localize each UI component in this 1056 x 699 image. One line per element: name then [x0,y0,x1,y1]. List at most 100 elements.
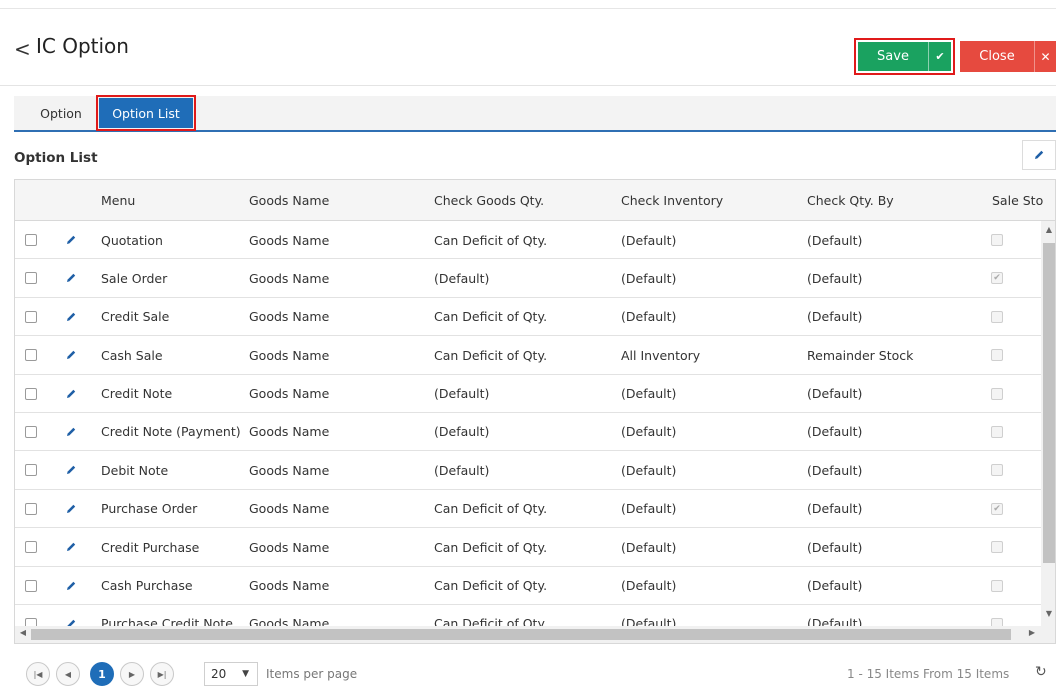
sale-stock-checkbox [991,464,1003,477]
row-edit-button[interactable] [65,451,77,489]
back-button[interactable]: < [14,37,31,61]
cell-menu: Cash Sale [101,347,163,363]
page-number-button[interactable]: 1 [90,662,114,686]
cell-check-goods-qty: Can Deficit of Qty. [434,501,548,517]
sale-stock-checkbox [991,349,1003,362]
cell-check-inventory: All Inventory [621,347,701,363]
close-icon: ✕ [1034,41,1056,72]
scroll-right-icon[interactable]: ▶ [1027,628,1037,637]
table-row[interactable]: Quotation Goods Name Can Deficit of Qty. (D… [15,221,1041,260]
scroll-down-icon[interactable]: ▼ [1044,609,1054,621]
row-select-checkbox[interactable] [25,502,37,515]
row-edit-button[interactable] [65,336,77,374]
column-header-check-goods-qty[interactable]: Check Goods Qty. [434,180,544,221]
row-select-checkbox[interactable] [25,579,37,592]
cell-check-qty-by: (Default) [807,501,863,517]
row-select-cell [25,451,37,489]
pagination-bar: |◀ ◀ 1 ▶ ▶| 20 ▼ Items per page 1 - 15 I… [14,660,1056,690]
cell-check-qty-by: (Default) [807,539,863,555]
row-select-checkbox[interactable] [25,387,37,400]
check-icon: ✔ [928,42,951,71]
column-header-sale-stock[interactable]: Sale Sto [992,180,1043,221]
table-row[interactable]: Cash Purchase Goods Name Can Deficit of Qt… [15,567,1041,605]
cell-sale-stock: ✔ [991,490,1003,528]
row-edit-button[interactable] [65,259,77,297]
cell-check-qty-by: (Default) [807,232,863,248]
column-header-check-qty-by[interactable]: Check Qty. By [807,180,894,221]
vertical-scroll-thumb[interactable] [1043,243,1055,563]
cell-sale-stock [991,528,1003,566]
row-select-checkbox[interactable] [25,310,37,323]
row-select-checkbox[interactable] [25,464,37,477]
last-page-button[interactable]: ▶| [150,662,174,686]
cell-goods-name: Goods Name [249,578,330,594]
page-size-label: Items per page [266,667,358,681]
sale-stock-checkbox [991,541,1003,554]
cell-menu: Sale Order [101,270,168,286]
row-edit-button[interactable] [65,221,77,259]
column-header-check-inventory[interactable]: Check Inventory [621,180,723,221]
vertical-scrollbar[interactable]: ▲ ▼ [1041,221,1055,626]
table-row[interactable]: Debit Note Goods Name (Default) (Default) (D… [15,451,1041,490]
table-row[interactable]: Credit Sale Goods Name Can Deficit of Qty.… [15,298,1041,337]
first-page-button[interactable]: |◀ [26,662,50,686]
row-select-cell [25,336,37,374]
scroll-left-icon[interactable]: ◀ [18,628,28,637]
row-edit-button[interactable] [65,528,77,566]
sale-stock-checkbox [991,310,1003,323]
row-edit-button[interactable] [65,375,77,413]
cell-sale-stock [991,451,1003,489]
sale-stock-checkbox: ✔ [991,272,1003,285]
column-header-goods-name[interactable]: Goods Name [249,180,329,221]
cell-sale-stock [991,567,1003,605]
save-button[interactable]: Save ✔ [858,42,951,71]
pencil-icon [67,504,76,513]
save-button-label: Save [877,49,909,64]
pencil-icon [67,350,76,360]
scroll-up-icon[interactable]: ▲ [1044,225,1054,237]
table-row[interactable]: Credit Note Goods Name (Default) (Default) (… [15,375,1041,413]
cell-check-goods-qty: Can Deficit of Qty. [434,309,548,325]
cell-goods-name: Goods Name [249,347,330,363]
row-edit-button[interactable] [65,490,77,528]
close-button[interactable]: Close ✕ [960,41,1056,72]
row-edit-button[interactable] [65,298,77,336]
cell-menu: Credit Note (Payment) [101,424,241,440]
prev-page-icon: ◀ [64,669,72,679]
row-select-cell [25,259,37,297]
refresh-icon[interactable]: ↻ [1035,664,1047,680]
prev-page-button[interactable]: ◀ [56,662,80,686]
row-select-checkbox[interactable] [25,234,37,246]
row-select-checkbox[interactable] [25,349,37,362]
table-row[interactable]: Purchase Order Goods Name Can Deficit of Q… [15,490,1041,529]
horizontal-scroll-thumb[interactable] [31,629,1011,640]
option-list-table: Menu Goods Name Check Goods Qty. Check I… [14,179,1056,644]
cell-check-goods-qty: Can Deficit of Qty. [434,232,548,248]
table-row[interactable]: Cash Sale Goods Name Can Deficit of Qty. Al… [15,336,1041,375]
row-select-checkbox[interactable] [25,425,37,438]
row-edit-button[interactable] [65,413,77,451]
cell-check-qty-by: (Default) [807,386,863,402]
row-select-checkbox[interactable] [25,541,37,554]
tab-option[interactable]: Option [28,96,94,130]
tab-option-list[interactable]: Option List [99,98,193,128]
pencil-icon [67,235,76,244]
cell-check-qty-by: Remainder Stock [807,347,914,363]
column-header-menu[interactable]: Menu [101,180,135,221]
sale-stock-checkbox [991,579,1003,592]
cell-check-goods-qty: (Default) [434,270,490,286]
next-page-button[interactable]: ▶ [120,662,144,686]
sale-stock-checkbox [991,234,1003,246]
table-row[interactable]: Credit Note (Payment) Goods Name (Default)… [15,413,1041,452]
table-row[interactable]: Sale Order Goods Name (Default) (Default) (D… [15,259,1041,298]
horizontal-scrollbar[interactable]: ◀ ▶ [15,626,1055,643]
table-row[interactable]: Credit Purchase Goods Name Can Deficit of … [15,528,1041,567]
next-page-icon: ▶ [128,669,136,679]
page-size-value: 20 [211,667,227,681]
page-size-select[interactable]: 20 ▼ [204,662,258,686]
edit-list-button[interactable] [1022,140,1056,170]
row-select-checkbox[interactable] [25,272,37,285]
table-header: Menu Goods Name Check Goods Qty. Check I… [15,180,1055,221]
cell-check-inventory: (Default) [621,501,677,517]
row-edit-button[interactable] [65,567,77,605]
